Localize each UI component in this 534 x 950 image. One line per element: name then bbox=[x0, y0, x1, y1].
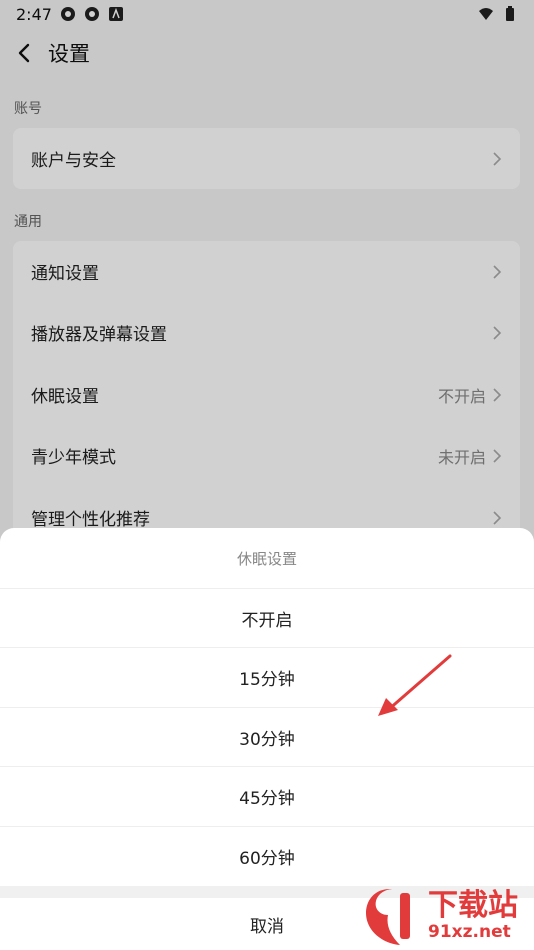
option-45-min[interactable]: 45分钟 bbox=[0, 766, 534, 825]
watermark-main: 下载站 bbox=[428, 888, 518, 923]
watermark-sub: 91xz.net bbox=[428, 922, 511, 942]
watermark: 下载站 91xz.net bbox=[360, 885, 530, 947]
option-off[interactable]: 不开启 bbox=[0, 588, 534, 647]
option-60-min[interactable]: 60分钟 bbox=[0, 826, 534, 885]
sheet-title: 休眠设置 bbox=[236, 549, 297, 568]
watermark-text: 下载站 91xz.net bbox=[428, 888, 518, 943]
watermark-logo-icon bbox=[366, 889, 410, 945]
annotation-arrow-icon bbox=[378, 654, 452, 716]
